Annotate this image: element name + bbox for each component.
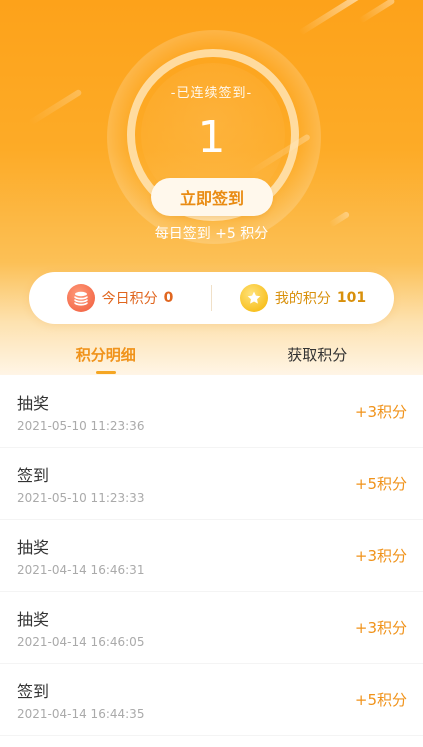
record-points: +5积分 xyxy=(354,475,407,493)
star-badge-icon xyxy=(239,284,268,312)
record-title: 抽奖 xyxy=(17,538,50,557)
record-time: 2021-05-10 11:23:33 xyxy=(17,491,145,505)
streak-label: -已连续签到- xyxy=(170,86,253,101)
today-points-label: 今日积分 xyxy=(101,291,158,307)
my-points[interactable]: 我的积分 101 xyxy=(212,272,394,324)
record-time: 2021-04-14 16:44:35 xyxy=(17,707,145,721)
decor-streak xyxy=(298,0,361,36)
list-item: 抽奖 2021-04-14 16:46:31 +3积分 xyxy=(0,520,423,591)
tab-active-indicator xyxy=(95,371,116,374)
list-item: 签到 2021-05-10 11:23:33 +5积分 xyxy=(0,448,423,519)
points-page: -已连续签到- 1 立即签到 每日签到 +5 积分 今日积分 0 我的积分 10… xyxy=(0,0,423,747)
points-tabs: 积分明细 获取积分 xyxy=(0,336,423,376)
tab-earn-points[interactable]: 获取积分 xyxy=(212,336,423,376)
record-title: 签到 xyxy=(17,682,50,701)
today-points-value: 0 xyxy=(163,290,174,306)
record-title: 签到 xyxy=(17,466,50,485)
record-title: 抽奖 xyxy=(17,610,50,629)
record-time: 2021-04-14 16:46:31 xyxy=(17,563,145,577)
record-points: +5积分 xyxy=(354,691,407,709)
tab-points-detail[interactable]: 积分明细 xyxy=(0,336,212,376)
list-item: 抽奖 2021-05-10 11:23:36 +3积分 xyxy=(0,376,423,447)
signin-button[interactable]: 立即签到 xyxy=(151,178,273,216)
my-points-value: 101 xyxy=(336,290,367,306)
today-points: 今日积分 0 xyxy=(29,272,211,324)
tab-label: 积分明细 xyxy=(75,346,136,364)
record-time: 2021-04-14 16:46:05 xyxy=(17,635,145,649)
record-points: +3积分 xyxy=(354,403,407,421)
streak-count: 1 xyxy=(197,112,226,163)
coin-stack-icon xyxy=(66,284,95,312)
daily-bonus-note: 每日签到 +5 积分 xyxy=(154,226,269,242)
my-points-label: 我的积分 xyxy=(274,291,331,307)
record-time: 2021-05-10 11:23:36 xyxy=(17,419,145,433)
points-record-list: 抽奖 2021-05-10 11:23:36 +3积分 签到 2021-05-1… xyxy=(0,376,423,736)
record-points: +3积分 xyxy=(354,547,407,565)
tab-label: 获取积分 xyxy=(287,346,348,364)
decor-streak xyxy=(358,0,396,24)
list-item: 签到 2021-04-14 16:44:35 +5积分 xyxy=(0,664,423,735)
record-title: 抽奖 xyxy=(17,394,50,413)
points-summary-card: 今日积分 0 我的积分 101 xyxy=(29,272,394,324)
list-item: 抽奖 2021-04-14 16:46:05 +3积分 xyxy=(0,592,423,663)
record-points: +3积分 xyxy=(354,619,407,637)
